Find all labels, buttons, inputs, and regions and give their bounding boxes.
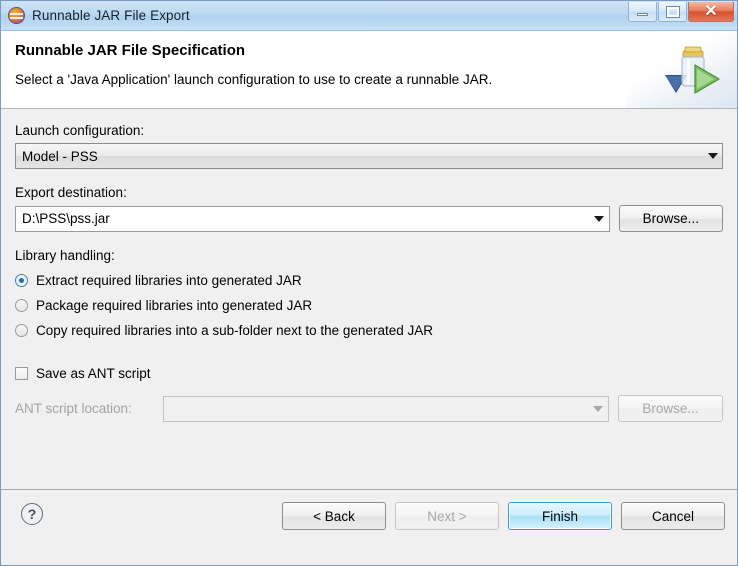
minimize-icon bbox=[637, 12, 648, 16]
dialog-footer: ? < Back Next > Finish Cancel bbox=[1, 489, 737, 565]
export-destination-value: D:\PSS\pss.jar bbox=[22, 211, 110, 226]
window-controls: ✕ bbox=[627, 2, 734, 22]
export-destination-input[interactable]: D:\PSS\pss.jar bbox=[15, 205, 610, 232]
eclipse-icon bbox=[8, 7, 25, 24]
ant-script-location-dropdown-arrow[interactable] bbox=[593, 397, 604, 421]
export-destination-row: D:\PSS\pss.jar Browse... bbox=[15, 205, 723, 232]
wizard-header: Runnable JAR File Specification Select a… bbox=[1, 31, 737, 109]
jar-export-icon bbox=[665, 46, 720, 94]
ant-script-location-input[interactable] bbox=[163, 395, 610, 422]
library-handling-option-copy[interactable]: Copy required libraries into a sub-folde… bbox=[15, 318, 723, 343]
next-button[interactable]: Next > bbox=[395, 502, 499, 530]
wizard-navigation-buttons: < Back Next > Finish Cancel bbox=[282, 502, 725, 530]
launch-configuration-label: Launch configuration: bbox=[15, 123, 145, 138]
library-handling-option-extract[interactable]: Extract required libraries into generate… bbox=[15, 268, 723, 293]
chevron-down-icon bbox=[708, 153, 718, 159]
ant-script-browse-button[interactable]: Browse... bbox=[618, 395, 723, 422]
library-handling-option-extract-label: Extract required libraries into generate… bbox=[36, 273, 302, 288]
checkbox-icon-save-ant-script[interactable] bbox=[15, 366, 28, 380]
wizard-body: Launch configuration: Model - PSS Export… bbox=[1, 109, 737, 489]
ant-script-location-row: ANT script location: Browse... bbox=[15, 395, 723, 422]
maximize-button[interactable] bbox=[658, 2, 687, 22]
export-destination-dropdown-arrow[interactable] bbox=[593, 207, 604, 231]
radio-icon-package[interactable] bbox=[15, 299, 28, 312]
export-destination-browse-button[interactable]: Browse... bbox=[618, 205, 723, 232]
launch-configuration-dropdown-arrow[interactable] bbox=[708, 144, 718, 168]
library-handling-label: Library handling: bbox=[15, 248, 115, 263]
close-button[interactable]: ✕ bbox=[688, 2, 734, 22]
help-button[interactable]: ? bbox=[21, 503, 43, 525]
save-as-ant-script-row[interactable]: Save as ANT script bbox=[15, 361, 723, 385]
close-icon: ✕ bbox=[704, 2, 718, 20]
window-title: Runnable JAR File Export bbox=[32, 8, 190, 23]
radio-icon-copy[interactable] bbox=[15, 324, 28, 337]
library-handling-option-copy-label: Copy required libraries into a sub-folde… bbox=[36, 323, 433, 338]
radio-icon-extract[interactable] bbox=[15, 274, 28, 287]
ant-script-location-label: ANT script location: bbox=[15, 401, 132, 416]
library-handling-option-package[interactable]: Package required libraries into generate… bbox=[15, 293, 723, 318]
finish-button[interactable]: Finish bbox=[508, 502, 612, 530]
maximize-icon bbox=[665, 5, 680, 18]
page-title: Runnable JAR File Specification bbox=[15, 42, 246, 59]
minimize-button[interactable] bbox=[628, 2, 657, 22]
library-handling-option-package-label: Package required libraries into generate… bbox=[36, 298, 313, 313]
chevron-down-icon bbox=[593, 405, 604, 412]
back-button[interactable]: < Back bbox=[282, 502, 386, 530]
launch-configuration-value: Model - PSS bbox=[22, 148, 98, 164]
chevron-down-icon bbox=[593, 215, 604, 222]
page-description: Select a 'Java Application' launch confi… bbox=[15, 72, 493, 87]
export-destination-label: Export destination: bbox=[15, 185, 127, 200]
title-bar: Runnable JAR File Export ✕ bbox=[1, 1, 737, 31]
launch-configuration-combo[interactable]: Model - PSS bbox=[15, 143, 723, 169]
save-as-ant-script-label: Save as ANT script bbox=[36, 365, 151, 381]
cancel-button[interactable]: Cancel bbox=[621, 502, 725, 530]
runnable-jar-export-dialog: Runnable JAR File Export ✕ Runnable JAR … bbox=[0, 0, 738, 566]
